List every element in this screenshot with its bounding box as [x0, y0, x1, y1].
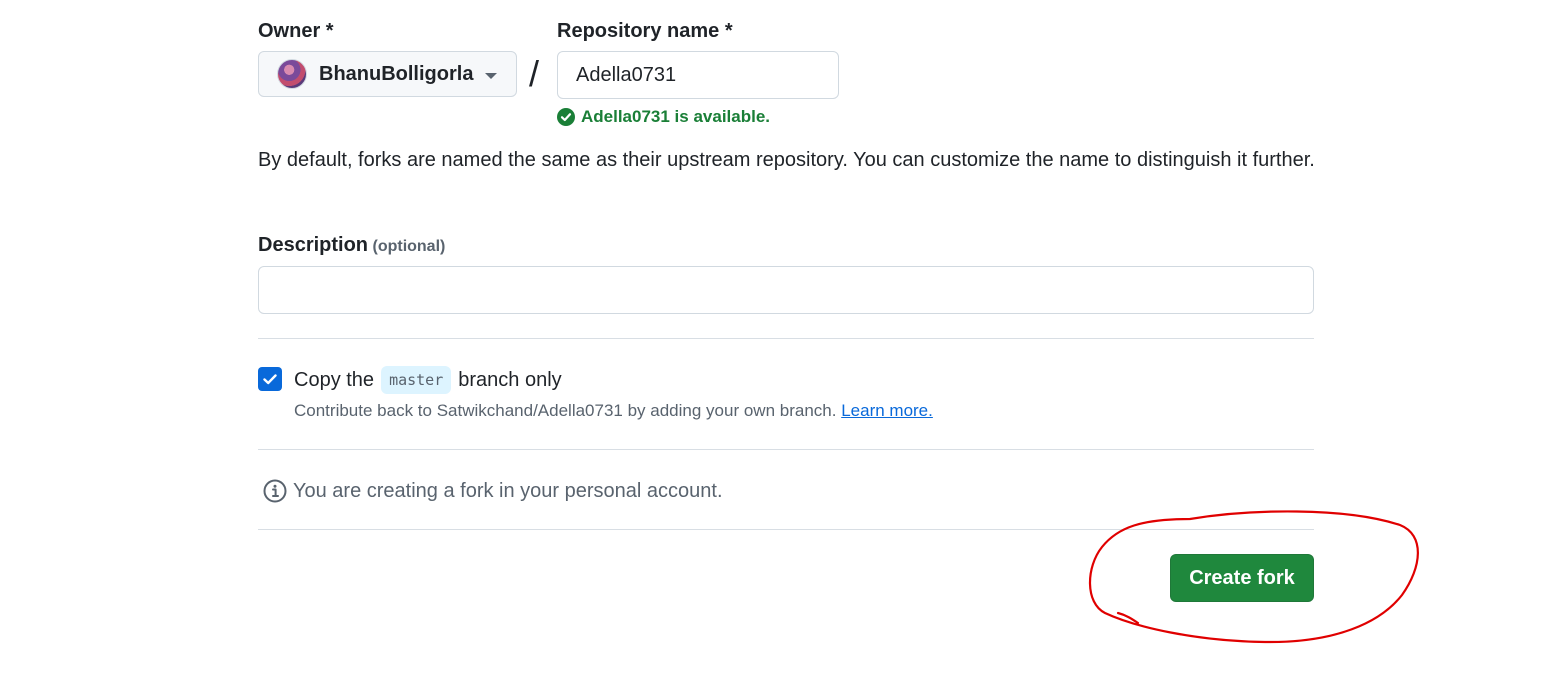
- notice-text: You are creating a fork in your personal…: [293, 479, 723, 502]
- copy-branch-checkbox[interactable]: [258, 367, 282, 391]
- copy-branch-helper: Contribute back to Satwikchand/Adella073…: [294, 401, 933, 421]
- copy-branch-helper-text: Contribute back to Satwikchand/Adella073…: [294, 401, 837, 420]
- divider: [258, 529, 1314, 530]
- fork-name-help-text: By default, forks are named the same as …: [258, 149, 1315, 171]
- copy-branch-suffix: branch only: [458, 368, 562, 391]
- divider: [258, 338, 1314, 339]
- availability-message: Adella0731 is available.: [557, 107, 770, 127]
- owner-label: Owner *: [258, 20, 334, 42]
- availability-text: Adella0731 is available.: [581, 107, 771, 126]
- check-circle-icon: [557, 108, 575, 126]
- repository-name-label: Repository name *: [557, 20, 733, 42]
- personal-account-notice: You are creating a fork in your personal…: [263, 479, 723, 503]
- user-avatar: [277, 59, 307, 89]
- checkmark-icon: [263, 374, 277, 385]
- caret-down-icon: [485, 73, 497, 79]
- description-label-group: Description (optional): [258, 234, 445, 257]
- repository-name-input[interactable]: [557, 51, 839, 99]
- owner-dropdown[interactable]: BhanuBolligorla: [258, 51, 517, 97]
- branch-name-chip: master: [381, 366, 452, 394]
- owner-name: BhanuBolligorla: [319, 62, 474, 85]
- create-fork-button[interactable]: Create fork: [1170, 554, 1314, 602]
- info-icon: [263, 479, 287, 503]
- copy-branch-prefix: Copy the: [294, 368, 375, 391]
- divider: [258, 449, 1314, 450]
- copy-branch-label[interactable]: Copy the master branch only: [294, 365, 562, 395]
- owner-repo-separator: /: [529, 53, 540, 94]
- description-input[interactable]: [258, 266, 1314, 314]
- description-optional-label: (optional): [372, 238, 446, 255]
- learn-more-link[interactable]: Learn more.: [841, 401, 933, 420]
- description-label: Description: [258, 234, 369, 256]
